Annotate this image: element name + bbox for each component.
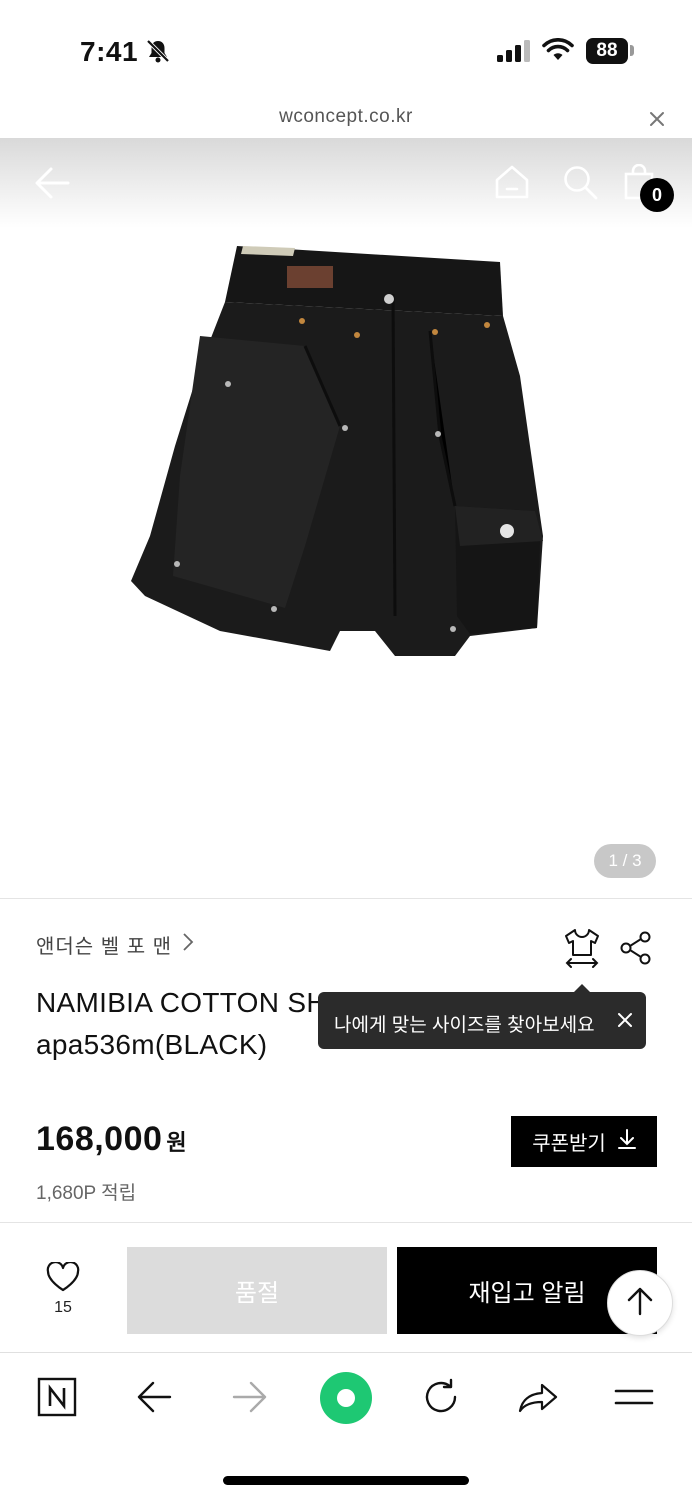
heart-icon <box>46 1260 80 1296</box>
hamburger-menu-icon[interactable] <box>614 1377 654 1422</box>
home-icon[interactable] <box>494 164 530 205</box>
product-photo <box>131 246 543 656</box>
wifi-icon <box>542 38 574 67</box>
size-guide-icon[interactable] <box>563 928 601 973</box>
scroll-to-top-button[interactable] <box>607 1270 673 1336</box>
wishlist-count: 15 <box>54 1299 72 1316</box>
size-tooltip: 나에게 맞는 사이즈를 찾아보세요 <box>318 984 646 1049</box>
home-indicator <box>223 1476 469 1485</box>
product-image-gallery[interactable] <box>0 228 692 898</box>
browser-url-bar[interactable]: wconcept.co.kr <box>0 100 692 138</box>
share-icon[interactable] <box>619 931 653 970</box>
status-time: 7:41 <box>80 36 139 67</box>
back-arrow-icon[interactable] <box>136 1377 172 1422</box>
wishlist-button[interactable]: 15 <box>40 1260 86 1317</box>
bell-off-icon <box>145 38 171 69</box>
naver-green-dot-icon[interactable] <box>320 1372 372 1429</box>
url-text: wconcept.co.kr <box>279 106 413 127</box>
tooltip-arrow <box>573 984 591 993</box>
share-arrow-icon[interactable] <box>518 1377 558 1422</box>
chevron-right-icon <box>182 932 194 957</box>
product-price: 168,000 원 <box>36 1120 187 1159</box>
status-bar: 7:41 88 <box>0 0 692 100</box>
coupon-label: 쿠폰받기 <box>532 1133 606 1155</box>
reward-points: 1,680P 적립 <box>36 1183 137 1204</box>
gallery-page-indicator: 1 / 3 <box>594 844 656 878</box>
close-icon[interactable] <box>646 108 668 130</box>
divider <box>0 1222 692 1223</box>
price-currency: 원 <box>166 1130 187 1155</box>
battery-level: 88 <box>586 38 628 64</box>
close-icon[interactable] <box>616 1011 634 1035</box>
cart-count-badge[interactable]: 0 <box>640 178 674 212</box>
brand-name: 앤더슨 벨 포 맨 <box>36 936 173 958</box>
arrow-up-icon <box>627 1286 653 1321</box>
tooltip-text: 나에게 맞는 사이즈를 찾아보세요 <box>334 1015 595 1036</box>
naver-n-icon[interactable] <box>37 1377 77 1422</box>
search-icon[interactable] <box>562 164 598 205</box>
battery-cap <box>630 45 634 56</box>
site-header: 0 <box>0 138 692 228</box>
back-arrow-icon[interactable] <box>34 166 70 205</box>
divider <box>0 898 692 899</box>
coupon-download-button[interactable]: 쿠폰받기 <box>511 1116 657 1167</box>
forward-arrow-icon[interactable] <box>232 1377 268 1422</box>
brand-link[interactable]: 앤더슨 벨 포 맨 <box>36 930 194 959</box>
signal-icon <box>497 40 531 67</box>
soldout-button: 품절 <box>127 1247 387 1334</box>
price-value: 168,000 <box>36 1120 163 1158</box>
refresh-icon[interactable] <box>423 1377 461 1422</box>
download-icon <box>617 1128 636 1156</box>
